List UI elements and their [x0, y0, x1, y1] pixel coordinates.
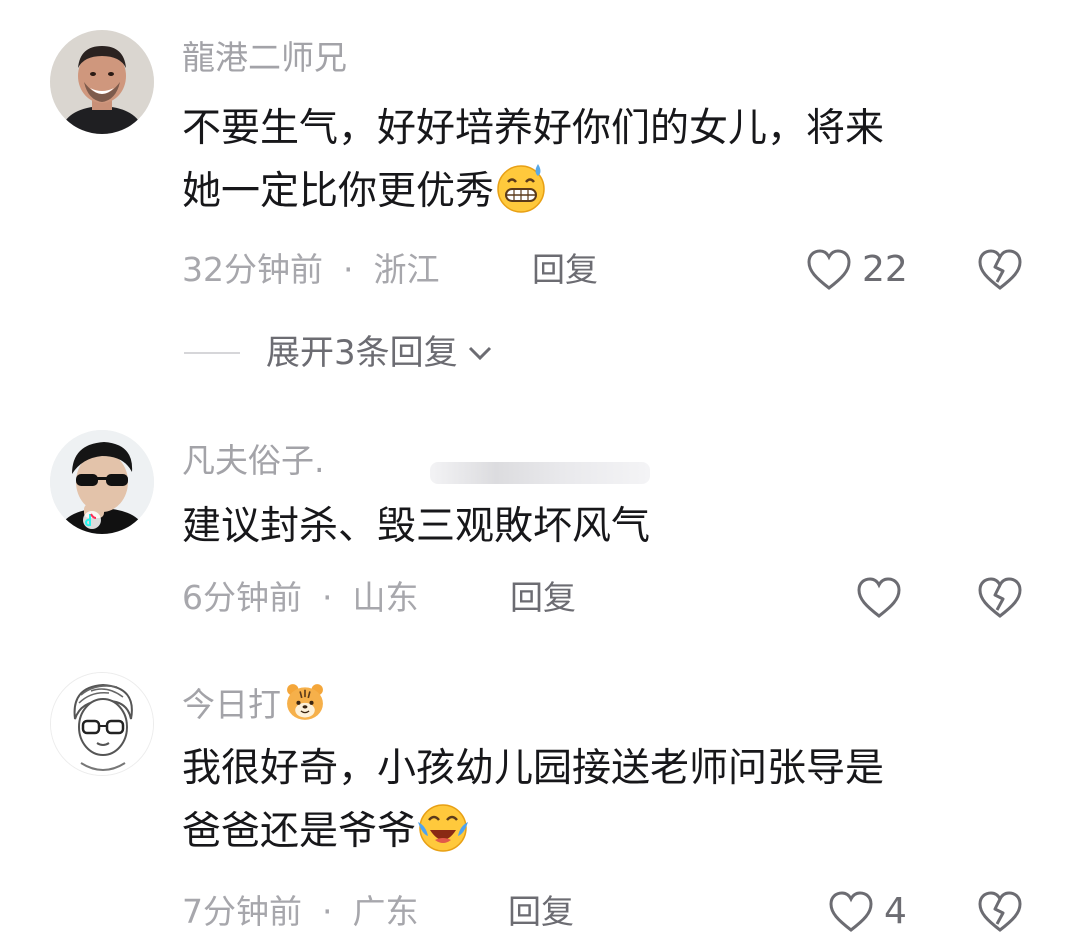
- comment-item: 凡夫俗子. 建议封杀、毁三观敗坏风气 6分钟前 · 山东 回复: [0, 400, 1080, 640]
- comment-username[interactable]: 龍港二师兄: [182, 38, 347, 78]
- broken-heart-icon: [978, 577, 1022, 618]
- comment-username[interactable]: 凡夫俗子.: [182, 441, 325, 481]
- like-button[interactable]: 4: [828, 890, 907, 934]
- blurred-badge: [430, 462, 650, 484]
- comment-meta: 7分钟前 · 广东: [182, 892, 467, 932]
- comment-item: 龍港二师兄 不要生气，好好培养好你们的女儿，将来 她一定比你更优秀 32分钟前 ·…: [0, 0, 1080, 400]
- comment-region: 浙江: [373, 250, 440, 289]
- comment-time: 32分钟前: [182, 250, 323, 289]
- avatar[interactable]: [50, 30, 154, 134]
- dislike-button[interactable]: [976, 248, 1024, 292]
- expand-replies-label: 展开3条回复: [266, 333, 458, 373]
- comment-meta: 32分钟前 · 浙江: [182, 250, 488, 290]
- like-button[interactable]: [856, 576, 912, 620]
- dislike-button[interactable]: [976, 576, 1024, 620]
- heart-outline-icon: [857, 577, 901, 618]
- comment-text-line: 建议封杀、毁三观敗坏风气: [182, 504, 651, 549]
- comment-text-line: 她一定比你更优秀: [182, 169, 495, 214]
- comment-username[interactable]: 今日打: [182, 680, 327, 725]
- broken-heart-icon: [978, 891, 1022, 932]
- like-count: 4: [884, 891, 907, 932]
- expand-replies-button[interactable]: 展开3条回复: [184, 333, 494, 373]
- reply-button[interactable]: 回复: [508, 892, 574, 932]
- tiger-face-emoji: [283, 680, 327, 724]
- username-text: 今日打: [182, 685, 281, 724]
- reply-button[interactable]: 回复: [532, 250, 598, 290]
- meta-separator: ·: [322, 578, 333, 617]
- comment-text-line: 不要生气，好好培养好你们的女儿，将来: [182, 106, 885, 151]
- heart-outline-icon: [829, 891, 873, 932]
- laughing-crying-emoji: [416, 800, 470, 854]
- meta-separator: ·: [343, 250, 354, 289]
- meta-separator: ·: [322, 892, 333, 931]
- comment-text-line: 我很好奇，小孩幼儿园接送老师问张导是: [182, 746, 885, 791]
- grinning-sweat-emoji: [494, 160, 548, 214]
- comment-region: 山东: [352, 578, 419, 617]
- reply-button[interactable]: 回复: [510, 578, 576, 618]
- comment-region: 广东: [352, 892, 419, 931]
- comment-time: 7分钟前: [182, 892, 302, 931]
- divider: [184, 352, 240, 354]
- comment-text: 我很好奇，小孩幼儿园接送老师问张导是 爸爸还是爷爷: [182, 738, 1022, 863]
- chevron-down-icon: [468, 346, 491, 361]
- comment-text-line: 爸爸还是爷爷: [182, 809, 417, 854]
- comment-text: 不要生气，好好培养好你们的女儿，将来 她一定比你更优秀: [182, 98, 1022, 223]
- dislike-button[interactable]: [976, 890, 1024, 934]
- broken-heart-icon: [978, 249, 1022, 290]
- comment-time: 6分钟前: [182, 578, 302, 617]
- like-button[interactable]: 22: [806, 248, 908, 292]
- comment-text: 建议封杀、毁三观敗坏风气: [182, 496, 1022, 558]
- comment-meta: 6分钟前 · 山东: [182, 578, 467, 618]
- like-count: 22: [862, 249, 908, 290]
- avatar[interactable]: [50, 430, 154, 534]
- comment-item: 今日打 我很好奇，小孩幼儿园接送老师问张导是 爸爸还是爷爷 7分钟前 · 广东 …: [0, 640, 1080, 936]
- avatar[interactable]: [50, 672, 154, 776]
- heart-outline-icon: [807, 249, 851, 290]
